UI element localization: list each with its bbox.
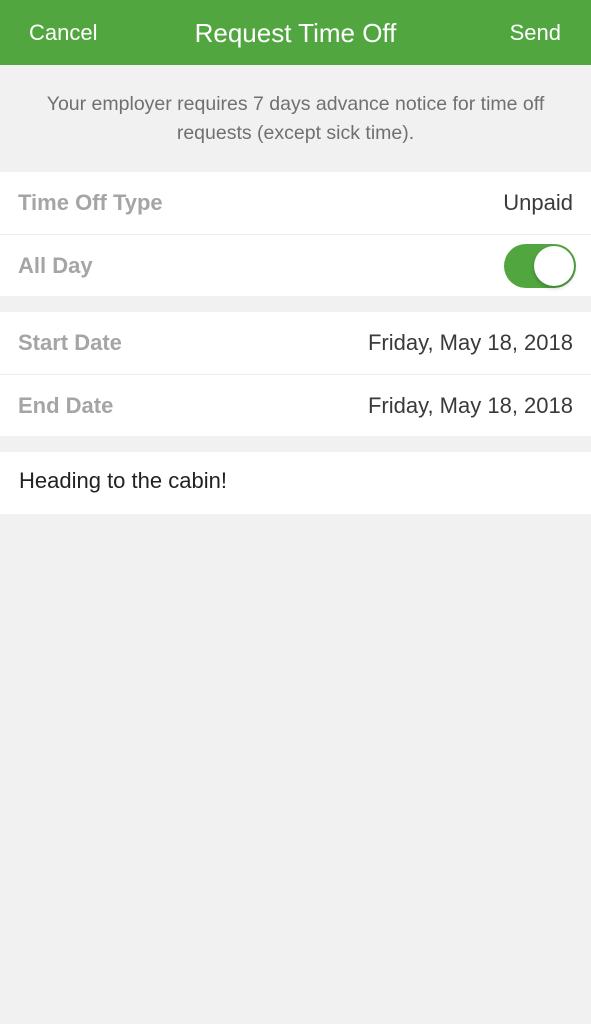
start-date-row[interactable]: Start Date Friday, May 18, 2018 [0,312,591,374]
toggle-knob [534,246,574,286]
advance-notice-message: Your employer requires 7 days advance no… [46,93,545,144]
end-date-value: Friday, May 18, 2018 [367,393,573,418]
note-field[interactable]: Heading to the cabin! [19,452,227,510]
start-date-label: Start Date [18,330,122,355]
section-divider [0,296,591,312]
note-field-row[interactable]: Heading to the cabin! [0,452,591,514]
end-date-label: End Date [18,393,114,418]
section-divider [0,436,591,452]
dates-group: Start Date Friday, May 18, 2018 End Date… [0,312,591,436]
end-date-row[interactable]: End Date Friday, May 18, 2018 [0,374,591,436]
navigation-bar: Cancel Request Time Off Send [0,0,591,65]
start-date-value: Friday, May 18, 2018 [367,330,573,355]
cancel-button[interactable]: Cancel [29,0,97,66]
all-day-label: All Day [18,253,93,278]
all-day-toggle[interactable] [504,244,576,288]
send-button[interactable]: Send [510,0,561,66]
time-off-type-value: Unpaid [503,190,573,215]
details-group: Time Off Type Unpaid All Day [0,172,591,296]
all-day-row: All Day [0,234,591,296]
time-off-type-label: Time Off Type [18,190,163,215]
time-off-type-row[interactable]: Time Off Type Unpaid [0,172,591,234]
